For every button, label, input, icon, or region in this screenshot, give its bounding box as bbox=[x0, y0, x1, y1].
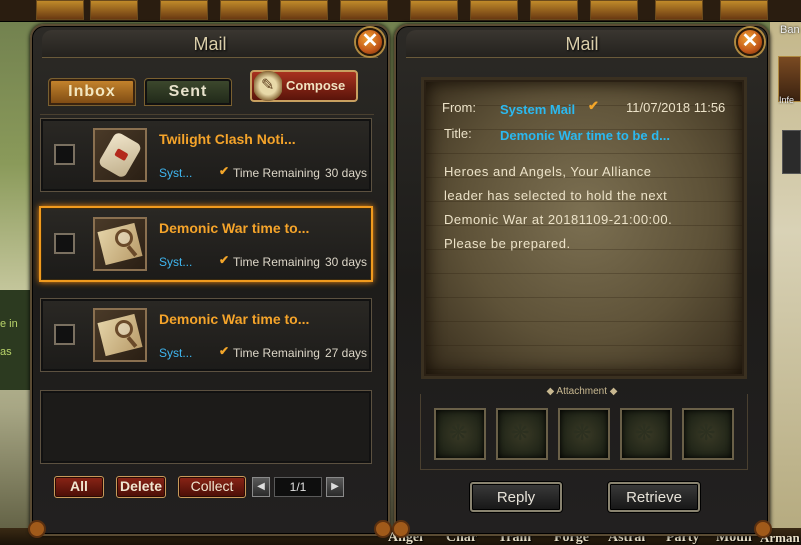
scroll-icon bbox=[93, 128, 147, 182]
mail-list-panel: Mail ✕ Inbox Sent Compose Twilight Clash… bbox=[28, 24, 392, 538]
page-indicator: 1/1 bbox=[274, 477, 322, 497]
mail-sender: Syst... bbox=[159, 166, 193, 180]
chat-text-fragment: as bbox=[0, 346, 12, 358]
collect-button[interactable]: Collect bbox=[178, 476, 246, 498]
delete-button[interactable]: Delete bbox=[116, 476, 166, 498]
compose-button[interactable]: Compose bbox=[250, 70, 358, 102]
close-icon: ✕ bbox=[361, 30, 379, 52]
letter-magnifier-icon bbox=[93, 217, 147, 271]
time-remaining-label: Time Remaining bbox=[233, 346, 320, 360]
page-prev-button[interactable]: ◀ bbox=[252, 477, 270, 497]
frame-corner-ornament bbox=[374, 520, 392, 538]
empty-mail-slot bbox=[40, 390, 372, 464]
frame-corner-ornament bbox=[28, 520, 46, 538]
close-button[interactable]: ✕ bbox=[736, 28, 764, 56]
mail-select-checkbox[interactable] bbox=[54, 233, 75, 254]
attachment-slot[interactable] bbox=[558, 408, 610, 460]
time-remaining-label: Time Remaining bbox=[233, 166, 320, 180]
time-remaining-days: 30 days bbox=[325, 166, 368, 180]
mail-subject: Demonic War time to... bbox=[159, 220, 310, 236]
top-menu-icon[interactable] bbox=[90, 0, 138, 20]
time-remaining-label: Time Remaining bbox=[233, 255, 320, 269]
frame-corner-ornament bbox=[754, 520, 772, 538]
panel-title: Mail bbox=[193, 34, 227, 54]
chat-text-fragment: e in bbox=[0, 318, 18, 330]
side-label: Infe bbox=[779, 95, 795, 105]
quill-letter-icon bbox=[254, 70, 282, 102]
time-remaining-days: 30 days bbox=[325, 255, 368, 269]
reply-button[interactable]: Reply bbox=[470, 482, 562, 512]
letter-magnifier-icon bbox=[93, 308, 147, 362]
top-menu-icon[interactable] bbox=[410, 0, 458, 20]
frame-corner-ornament bbox=[392, 520, 410, 538]
top-menu-icon[interactable] bbox=[655, 0, 703, 20]
mail-date: 11/07/2018 11:56 bbox=[626, 100, 726, 115]
title-label: Title: bbox=[444, 126, 472, 141]
top-menu-icon[interactable] bbox=[340, 0, 388, 20]
page-next-button[interactable]: ▶ bbox=[326, 477, 344, 497]
close-button[interactable]: ✕ bbox=[356, 28, 384, 56]
mail-subject: Demonic War time to... bbox=[159, 311, 310, 327]
check-icon: ✔ bbox=[219, 253, 230, 267]
title-value: Demonic War time to be d... bbox=[500, 128, 670, 143]
tab-sent[interactable]: Sent bbox=[144, 78, 232, 106]
top-menu-icon[interactable] bbox=[36, 0, 84, 20]
mail-list-item[interactable]: Twilight Clash Noti... Syst... ✔ Time Re… bbox=[40, 118, 372, 192]
from-value: System Mail bbox=[500, 102, 576, 117]
mail-body-line: Heroes and Angels, Your Alliance bbox=[444, 164, 652, 179]
mail-sender: Syst... bbox=[159, 346, 193, 360]
top-menu-icon[interactable] bbox=[220, 0, 268, 20]
mail-reader-panel: Mail ✕ From: System Mail ✔ 11/07/2018 11… bbox=[392, 24, 772, 538]
top-menu-icon[interactable] bbox=[720, 0, 768, 20]
compose-label: Compose bbox=[286, 78, 346, 93]
top-menu-icon[interactable] bbox=[470, 0, 518, 20]
attachment-slot[interactable] bbox=[620, 408, 672, 460]
check-icon: ✔ bbox=[588, 98, 599, 113]
mail-letter: From: System Mail ✔ 11/07/2018 11:56 Tit… bbox=[424, 80, 744, 376]
chat-scrap bbox=[0, 290, 30, 390]
retrieve-button[interactable]: Retrieve bbox=[608, 482, 700, 512]
mail-list-item-selected[interactable]: Demonic War time to... Syst... ✔ Time Re… bbox=[39, 206, 373, 282]
panel-title: Mail bbox=[565, 34, 599, 54]
mail-subject: Twilight Clash Noti... bbox=[159, 131, 296, 147]
side-label: Ban bbox=[780, 24, 800, 36]
top-menu-icon[interactable] bbox=[280, 0, 328, 20]
attachment-slot[interactable] bbox=[434, 408, 486, 460]
check-icon: ✔ bbox=[219, 344, 230, 358]
mail-body-line: Please be prepared. bbox=[444, 236, 571, 251]
attachment-slot[interactable] bbox=[496, 408, 548, 460]
mail-body-line: leader has selected to hold the next bbox=[444, 188, 668, 203]
check-icon: ✔ bbox=[219, 164, 230, 178]
mail-sender: Syst... bbox=[159, 255, 193, 269]
from-label: From: bbox=[442, 100, 476, 115]
time-remaining-days: 27 days bbox=[325, 346, 368, 360]
top-menu-icon[interactable] bbox=[160, 0, 208, 20]
tab-inbox[interactable]: Inbox bbox=[48, 78, 136, 106]
top-menu-icon[interactable] bbox=[590, 0, 638, 20]
side-menu-icon[interactable] bbox=[782, 130, 801, 174]
select-all-button[interactable]: All bbox=[54, 476, 104, 498]
mail-list-item[interactable]: Demonic War time to... Syst... ✔ Time Re… bbox=[40, 298, 372, 372]
mail-select-checkbox[interactable] bbox=[54, 324, 75, 345]
top-menu-icon[interactable] bbox=[530, 0, 578, 20]
top-icon-strip bbox=[0, 0, 801, 22]
attachment-slot[interactable] bbox=[682, 408, 734, 460]
close-icon: ✕ bbox=[741, 30, 759, 52]
mail-select-checkbox[interactable] bbox=[54, 144, 75, 165]
mail-body-line: Demonic War at 20181109-21:00:00. bbox=[444, 212, 673, 227]
